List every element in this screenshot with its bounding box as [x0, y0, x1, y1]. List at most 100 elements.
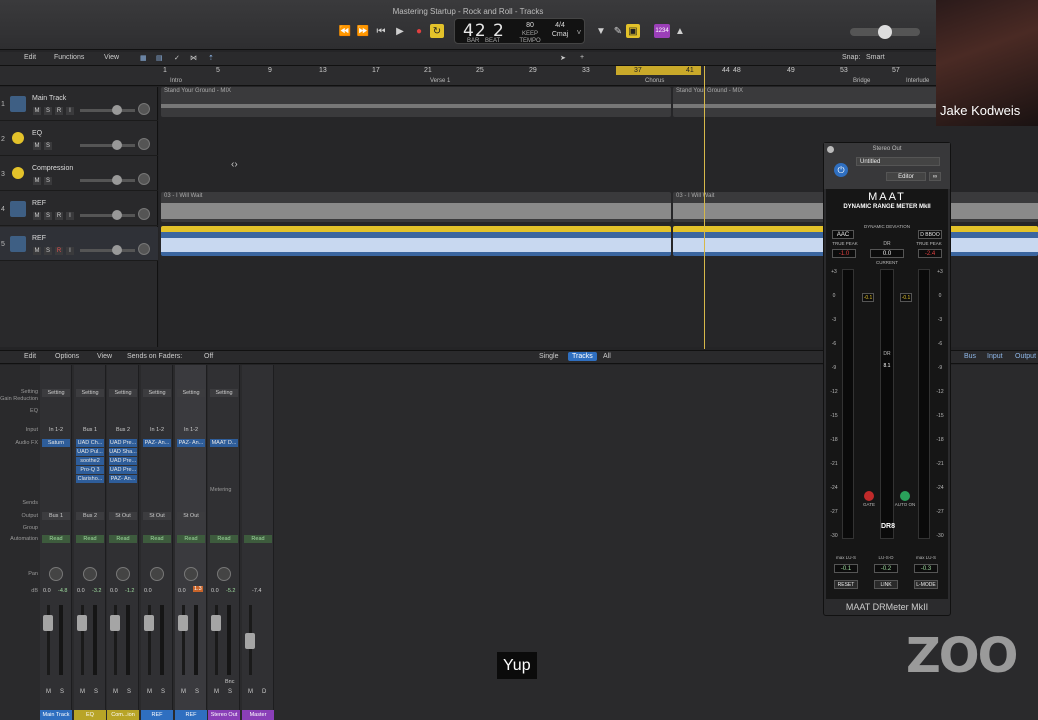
input-monitor-button[interactable]: I — [66, 107, 74, 115]
mute-button[interactable]: M — [33, 142, 41, 150]
track-volume-knob[interactable] — [112, 105, 122, 115]
dim-button[interactable]: D — [262, 689, 266, 695]
preset-menu[interactable]: Untitled — [856, 157, 940, 166]
audio-fx-slot[interactable]: UAD Sha... — [109, 448, 137, 456]
pan-knob[interactable] — [116, 567, 130, 581]
bounce-button[interactable]: Bnc — [225, 679, 234, 685]
audio-fx-slot[interactable]: Pro-Q 3 — [76, 466, 104, 474]
setting-button[interactable]: Setting — [42, 389, 70, 397]
setting-button[interactable]: Setting — [109, 389, 137, 397]
track-header[interactable]: 2 EQ M S — [0, 122, 158, 156]
metronome-icon[interactable]: ▲ — [673, 24, 687, 38]
catch-icon[interactable]: ⇡ — [208, 54, 214, 62]
pan-knob[interactable] — [83, 567, 97, 581]
input-filter[interactable]: Input — [987, 353, 1003, 360]
functions-menu[interactable]: Functions — [54, 54, 84, 61]
auto-button[interactable] — [900, 491, 910, 501]
audio-fx-slot[interactable]: Saturn — [42, 439, 70, 447]
pan-knob[interactable] — [150, 567, 164, 581]
mute-button[interactable]: M — [33, 107, 41, 115]
output-slot[interactable]: St Out — [109, 512, 137, 520]
automation-mode[interactable]: Read — [42, 535, 70, 543]
automation-mode[interactable]: Read — [109, 535, 137, 543]
record-enable-button[interactable]: R — [55, 247, 63, 255]
edit-menu[interactable]: Edit — [24, 54, 36, 61]
single-view-button[interactable]: Single — [539, 353, 558, 360]
setting-button[interactable]: Setting — [76, 389, 104, 397]
audio-region-selected[interactable]: Stand Your Ground - MIX.1 — [161, 226, 671, 256]
replace-icon[interactable]: ▣ — [626, 24, 640, 38]
audio-fx-slot[interactable]: UAD Pre... — [109, 439, 137, 447]
channel-name[interactable]: REF — [175, 710, 207, 720]
playhead[interactable] — [704, 66, 705, 349]
pan-knob[interactable] — [49, 567, 63, 581]
link-icon[interactable]: ⋈ — [190, 54, 197, 62]
track-name[interactable]: Main Track — [32, 95, 66, 102]
dbboo-button[interactable]: D BBOO — [918, 230, 942, 239]
mute-button[interactable]: M — [248, 689, 253, 695]
grid-icon[interactable]: ▦ — [140, 54, 147, 62]
lcd-display[interactable]: 42 2 BAR BEAT 80 KEEP TEMPO 4/4 Cmaj ˅ — [454, 18, 585, 44]
audio-fx-slot[interactable]: MAAT D... — [210, 439, 238, 447]
solo-button[interactable]: S — [44, 142, 52, 150]
track-name[interactable]: REF — [32, 235, 46, 242]
rewind-icon[interactable]: ⏪ — [338, 24, 352, 38]
go-to-start-icon[interactable]: ⏮ — [374, 24, 388, 38]
lcd-chevron-icon[interactable]: ˅ — [575, 28, 583, 37]
bus-filter[interactable]: Bus — [964, 353, 976, 360]
track-volume-knob[interactable] — [112, 140, 122, 150]
audio-fx-slot[interactable]: PAZ- An... — [143, 439, 171, 447]
mixer-options-menu[interactable]: Options — [55, 353, 79, 360]
marker-label[interactable]: Interlude — [906, 78, 929, 84]
audio-fx-slot[interactable]: UAD Pul... — [76, 448, 104, 456]
volume-fader[interactable] — [43, 615, 53, 631]
input-slot[interactable]: Bus 2 — [109, 426, 137, 434]
mixer-edit-menu[interactable]: Edit — [24, 353, 36, 360]
input-monitor-button[interactable]: I — [66, 247, 74, 255]
channel-strip[interactable]: Read -7.4 M D Master — [242, 365, 274, 720]
track-volume-slider[interactable] — [80, 214, 135, 217]
input-slot[interactable]: Bus 1 — [76, 426, 104, 434]
solo-button[interactable]: S — [44, 212, 52, 220]
reset-button[interactable]: RESET — [834, 580, 858, 589]
track-volume-slider[interactable] — [80, 179, 135, 182]
output-slot[interactable]: St Out — [177, 512, 205, 520]
track-volume-slider[interactable] — [80, 144, 135, 147]
track-pan-knob[interactable] — [138, 208, 150, 220]
track-volume-knob[interactable] — [112, 245, 122, 255]
input-slot[interactable]: In 1-2 — [143, 426, 171, 434]
plugin-window[interactable]: Stereo Out ⏻ Untitled Editor ∞ MAAT DYNA… — [823, 142, 951, 616]
audio-fx-slot[interactable]: Clarisho... — [76, 475, 104, 483]
mixer-view-menu[interactable]: View — [97, 353, 112, 360]
record-icon[interactable]: ● — [412, 24, 426, 38]
channel-strip[interactable]: Setting Bus 2 UAD Pre... UAD Sha... UAD … — [107, 365, 139, 720]
pan-knob[interactable] — [217, 567, 231, 581]
editor-menu[interactable]: Editor — [886, 172, 926, 181]
output-slot[interactable]: St Out — [143, 512, 171, 520]
power-icon[interactable]: ⏻ — [834, 163, 848, 177]
track-volume-slider[interactable] — [80, 109, 135, 112]
volume-fader[interactable] — [178, 615, 188, 631]
track-pan-knob[interactable] — [138, 103, 150, 115]
pan-knob[interactable] — [184, 567, 198, 581]
input-monitor-button[interactable]: I — [66, 212, 74, 220]
link-button[interactable]: LINK — [874, 580, 898, 589]
play-icon[interactable]: ▶ — [393, 24, 407, 38]
snap-value[interactable]: Smart — [866, 54, 885, 61]
bar-ruler[interactable]: 1 5 9 13 17 21 25 29 33 37 41 44 48 49 5… — [0, 66, 1038, 86]
solo-button[interactable]: S — [195, 689, 199, 695]
channel-strip[interactable]: Setting Bus 1 UAD Ch... UAD Pul... sooth… — [74, 365, 106, 720]
tuner-icon[interactable]: ▼ — [594, 24, 608, 38]
input-slot[interactable]: In 1-2 — [177, 426, 205, 434]
automation-mode[interactable]: Read — [143, 535, 171, 543]
audio-region[interactable]: 03 - I Will Wait — [161, 192, 671, 222]
pencil-tool-icon[interactable]: + — [580, 54, 584, 61]
track-header[interactable]: 4 REF M S R I — [0, 192, 158, 226]
input-slot[interactable]: In 1-2 — [42, 426, 70, 434]
mute-button[interactable]: M — [46, 689, 51, 695]
track-volume-knob[interactable] — [112, 210, 122, 220]
track-header[interactable]: 1 Main Track M S R I — [0, 87, 158, 121]
mute-button[interactable]: M — [80, 689, 85, 695]
track-volume-slider[interactable] — [80, 249, 135, 252]
count-in-button[interactable]: 1234 — [654, 24, 670, 38]
